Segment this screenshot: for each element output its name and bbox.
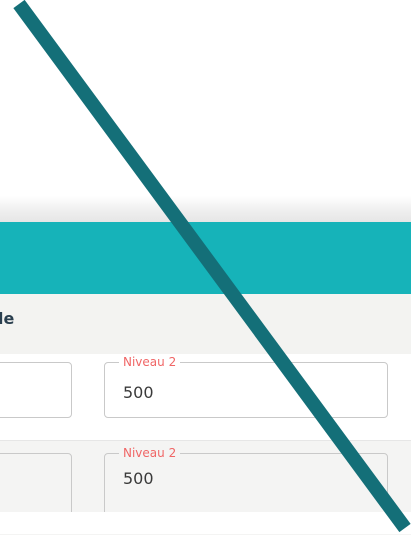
top-shadow (0, 196, 411, 222)
table-row: Niveau 2 500 (0, 354, 411, 440)
level-2-label: Niveau 2 (119, 445, 181, 461)
table-row-bottom (0, 512, 411, 534)
level-2-label: Niveau 2 (119, 354, 181, 370)
level-1-input[interactable] (0, 362, 72, 418)
level-2-value[interactable]: 500 (123, 469, 154, 488)
level-2-value[interactable]: 500 (123, 383, 154, 402)
column-title: le (0, 309, 15, 328)
table-header-bar (0, 222, 411, 294)
column-subheader: le (0, 294, 411, 354)
level-2-input[interactable]: Niveau 2 500 (104, 354, 388, 418)
